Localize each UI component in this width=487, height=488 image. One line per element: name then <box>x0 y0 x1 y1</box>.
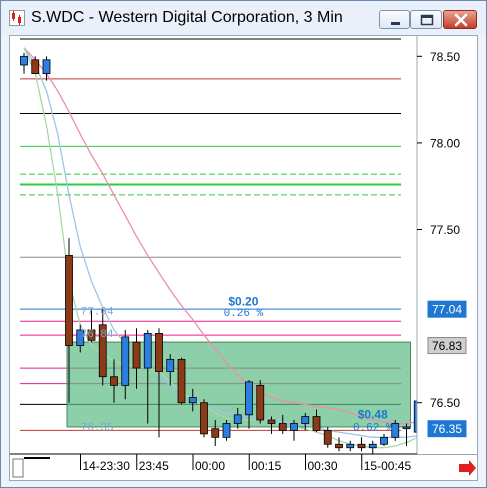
price-annotation: 77.04 <box>81 306 114 318</box>
candle-body <box>132 341 141 369</box>
candle-body <box>402 426 411 430</box>
minimize-button[interactable] <box>379 10 410 29</box>
price-annotation: 76.84 <box>81 329 114 341</box>
candle-body <box>65 255 73 346</box>
price-annotation: 0.62 % <box>353 422 393 434</box>
candle-body <box>166 359 175 372</box>
candle-body <box>346 443 355 449</box>
price-tick-label: 78.00 <box>430 136 460 150</box>
candle-body <box>301 416 310 424</box>
chart-app-icon <box>9 10 25 26</box>
axis-corner-border <box>417 454 477 455</box>
candle-body <box>200 402 208 435</box>
candle-body <box>31 59 40 75</box>
candle-body <box>42 59 51 75</box>
title-bar[interactable]: S.WDC - Western Digital Corporation, 3 M… <box>1 1 486 35</box>
candle-body <box>233 414 242 424</box>
time-tick-label: 14-23:30 <box>83 459 131 473</box>
price-badge-label: 76.35 <box>432 422 462 436</box>
price-annotation: 0.26 % <box>224 308 264 320</box>
candle-body <box>290 423 298 431</box>
price-badge-label: 76.83 <box>432 339 462 353</box>
candle-body <box>211 428 220 438</box>
candle-body <box>110 376 118 386</box>
price-annotation: $0.20 <box>228 295 258 309</box>
price-axis <box>417 36 477 480</box>
maximize-icon <box>420 14 434 26</box>
price-tick-label: 77.50 <box>430 223 460 237</box>
time-axis-scroll-box <box>12 458 24 478</box>
candle-body <box>380 436 388 445</box>
window-title: S.WDC - Western Digital Corporation, 3 M… <box>31 9 343 26</box>
candle-body <box>357 443 366 449</box>
candle-body <box>335 443 343 449</box>
candle-body <box>20 55 28 66</box>
chart-area[interactable]: $0.20 0.26 % 77.04 76.84 76.35 $0.48 0.62 % 78.… <box>9 35 478 481</box>
price-tick-label: 78.50 <box>430 50 460 64</box>
candle-body <box>177 359 186 404</box>
candle-body <box>323 430 332 445</box>
candle-body <box>188 397 197 404</box>
candle-body <box>368 443 377 449</box>
candle-body <box>121 336 130 386</box>
time-tick-label: 00:15 <box>251 459 281 473</box>
maximize-button[interactable] <box>410 10 442 29</box>
candle-body <box>155 333 163 372</box>
time-tick-label: 00:30 <box>308 459 338 473</box>
price-chart[interactable]: $0.200.26 % 77.04 76.84 76.35 $0.480.62 % 78.… <box>10 36 477 480</box>
price-annotation: 76.35 <box>81 422 114 434</box>
candle-body <box>278 423 287 431</box>
close-icon <box>454 13 468 27</box>
price-badge-label: 77.04 <box>432 303 462 317</box>
candle-body <box>143 333 152 369</box>
price-annotation: $0.48 <box>358 407 388 421</box>
candle-body <box>267 419 276 424</box>
time-tick-label: 23:45 <box>139 459 169 473</box>
candle-body <box>256 384 265 421</box>
candle-body <box>312 416 321 431</box>
candle-body <box>245 381 253 416</box>
time-tick-label: 15-00:45 <box>364 459 412 473</box>
candle-body <box>391 423 400 438</box>
time-tick-label: 00:00 <box>195 459 225 473</box>
chart-window: S.WDC - Western Digital Corporation, 3 M… <box>0 0 487 488</box>
close-button[interactable] <box>443 10 477 29</box>
minimize-icon <box>391 22 400 25</box>
candle-body <box>222 423 231 438</box>
price-tick-label: 76.50 <box>430 396 460 410</box>
